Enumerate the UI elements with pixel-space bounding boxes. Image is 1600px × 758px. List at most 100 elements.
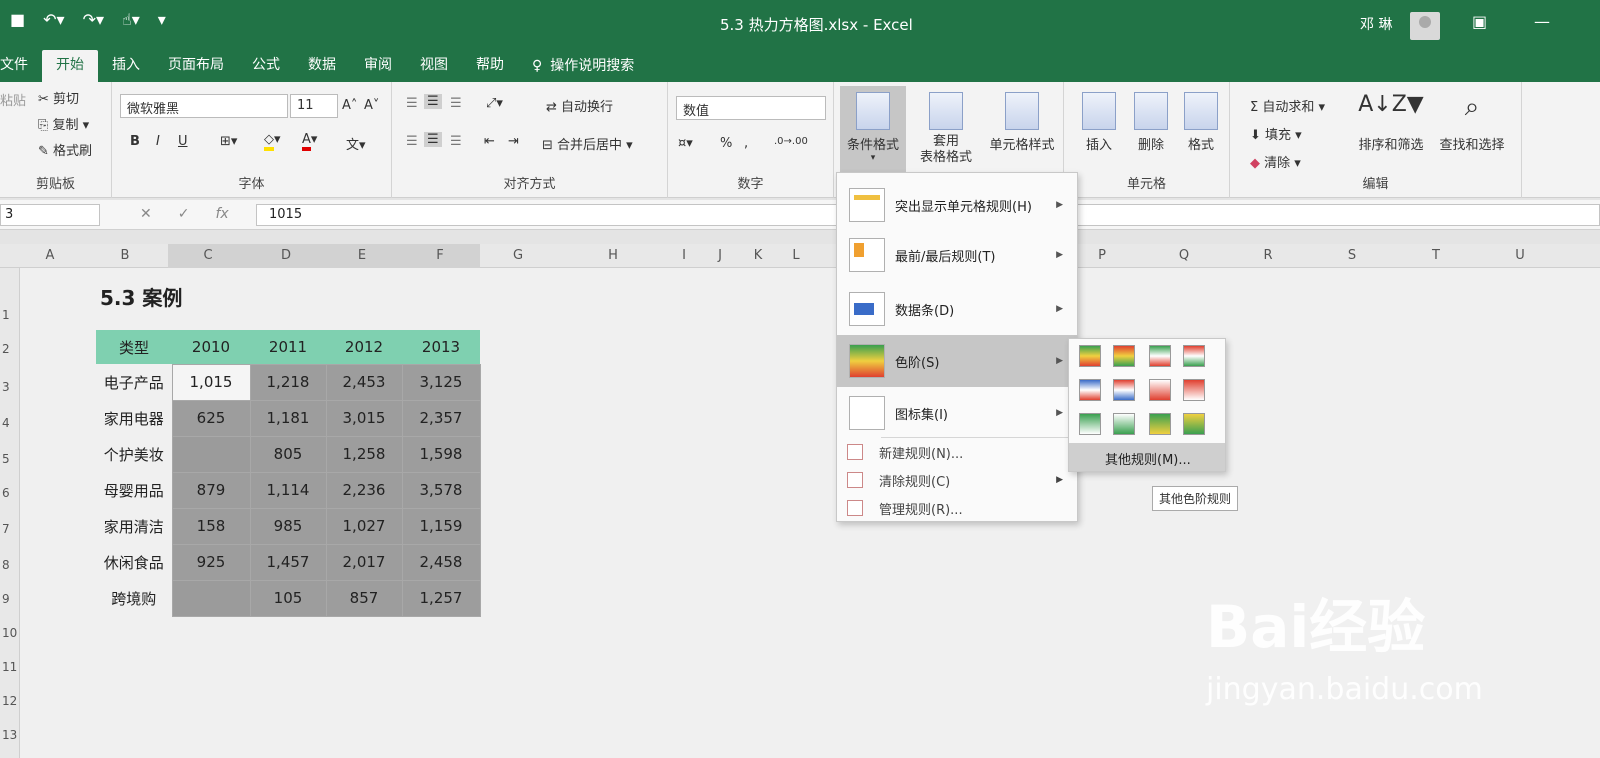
column-header[interactable]: B [90, 248, 160, 263]
phonetic-icon[interactable]: 文▾ [346, 134, 366, 153]
tab-help[interactable]: 帮助 [462, 50, 518, 82]
align-bottom-icon[interactable]: ☰ [450, 96, 462, 111]
column-header[interactable]: T [1424, 248, 1448, 263]
column-header[interactable]: Q [1172, 248, 1196, 263]
row-label-cell[interactable]: 家用电器 [96, 400, 172, 436]
menu-item-color-scales[interactable]: 色阶(S) ▶ [837, 335, 1077, 387]
minimize-icon[interactable]: — [1534, 12, 1550, 31]
row-label-cell[interactable]: 个护美妆 [96, 436, 172, 472]
color-scale-red-yellow-green-icon[interactable] [1113, 345, 1135, 367]
conditional-formatting-button[interactable]: 条件格式 ▾ [840, 86, 906, 172]
row-label-cell[interactable]: 家用清洁 [96, 508, 172, 544]
menu-item-new-rule[interactable]: 新建规则(N)... [837, 437, 1077, 467]
align-right-icon[interactable]: ☰ [450, 134, 462, 149]
table-cell[interactable]: 2,453 [325, 363, 403, 401]
table-cell[interactable]: 1,027 [325, 507, 403, 545]
menu-item-highlight-rules[interactable]: 突出显示单元格规则(H) ▶ [837, 181, 1077, 229]
insert-function-icon[interactable]: fx [215, 206, 228, 222]
row-label-cell[interactable]: 电子产品 [96, 364, 172, 400]
column-header[interactable]: H [570, 248, 656, 263]
cell-styles-button[interactable]: 单元格样式 [980, 92, 1064, 153]
tab-insert[interactable]: 插入 [98, 50, 154, 82]
table-cell[interactable] [171, 435, 251, 473]
table-cell[interactable]: 1,159 [401, 507, 481, 545]
column-header[interactable]: P [1090, 248, 1114, 263]
comma-button[interactable]: , [744, 136, 748, 151]
font-name-select[interactable]: 微软雅黑 [120, 94, 288, 118]
cut-button[interactable]: ✂ 剪切 [38, 88, 79, 107]
font-color-icon[interactable]: A▾ [302, 132, 317, 151]
table-cell[interactable]: 2,458 [401, 543, 481, 581]
column-header[interactable]: I [672, 248, 696, 263]
table-cell[interactable]: 2,017 [325, 543, 403, 581]
increase-decimal-icon[interactable]: .0→.00 [774, 136, 808, 147]
row-label-cell[interactable]: 母婴用品 [96, 472, 172, 508]
borders-icon[interactable]: ⊞▾ [220, 134, 237, 149]
italic-button[interactable]: I [156, 134, 160, 149]
sort-filter-button[interactable]: A↓Z▼ 排序和筛选 [1350, 92, 1432, 153]
row-header[interactable]: 8 [2, 558, 10, 572]
table-cell[interactable]: 985 [249, 507, 327, 545]
column-header[interactable]: K [746, 248, 770, 263]
tab-view[interactable]: 视图 [406, 50, 462, 82]
table-cell[interactable]: 1,258 [325, 435, 403, 473]
customize-qat-icon[interactable]: ▾ [158, 10, 166, 29]
table-cell[interactable]: 857 [325, 579, 403, 617]
header-cell[interactable]: 2012 [326, 330, 402, 364]
cancel-icon[interactable]: ✕ [140, 206, 152, 222]
column-header[interactable]: U [1508, 248, 1532, 263]
shrink-font-button[interactable]: A˅ [364, 98, 379, 113]
table-cell[interactable]: 2,236 [325, 471, 403, 509]
column-header[interactable]: S [1340, 248, 1364, 263]
column-header[interactable]: C [168, 244, 248, 268]
table-cell[interactable]: 805 [249, 435, 327, 473]
enter-icon[interactable]: ✓ [178, 206, 190, 222]
color-scale-green-yellow-icon[interactable] [1149, 413, 1171, 435]
row-header[interactable]: 13 [2, 728, 17, 742]
align-middle-icon[interactable]: ☰ [424, 94, 442, 109]
align-left-icon[interactable]: ☰ [406, 134, 418, 149]
more-rules-button[interactable]: 其他规则(M)... [1069, 443, 1225, 471]
row-label-cell[interactable]: 跨境购 [96, 580, 172, 616]
tab-data[interactable]: 数据 [294, 50, 350, 82]
indent-decrease-icon[interactable]: ⇤ [484, 134, 495, 149]
delete-cells-button[interactable]: 删除 [1128, 92, 1174, 153]
table-cell[interactable]: 1,181 [249, 399, 327, 437]
row-header[interactable]: 6 [2, 486, 10, 500]
column-header[interactable]: L [784, 248, 808, 263]
menu-item-clear-rules[interactable]: 清除规则(C) ▶ [837, 465, 1077, 495]
table-cell[interactable]: 2,357 [401, 399, 481, 437]
row-header[interactable]: 2 [2, 342, 10, 356]
table-cell[interactable]: 879 [171, 471, 251, 509]
color-scale-blue-white-red-icon[interactable] [1079, 379, 1101, 401]
number-format-select[interactable]: 数值 [676, 96, 826, 120]
table-cell[interactable]: 625 [171, 399, 251, 437]
save-icon[interactable]: ■ [10, 10, 25, 29]
clear-button[interactable]: ◆ 清除 ▾ [1250, 152, 1301, 171]
color-scale-red-white-icon[interactable] [1183, 379, 1205, 401]
column-header[interactable]: R [1256, 248, 1280, 263]
row-header[interactable]: 10 [2, 626, 17, 640]
column-header[interactable]: G [480, 248, 556, 263]
tab-page-layout[interactable]: 页面布局 [154, 50, 238, 82]
merge-center-button[interactable]: ⊟ 合并后居中 ▾ [542, 134, 633, 153]
bold-button[interactable]: B [130, 134, 140, 149]
column-header[interactable]: D [248, 244, 324, 268]
color-scale-white-red-icon[interactable] [1149, 379, 1171, 401]
row-header[interactable]: 11 [2, 660, 17, 674]
menu-item-top-bottom-rules[interactable]: 最前/最后规则(T) ▶ [837, 231, 1077, 279]
tab-review[interactable]: 审阅 [350, 50, 406, 82]
find-select-button[interactable]: ⌕ 查找和选择 [1432, 92, 1512, 153]
color-scale-red-white-green-icon[interactable] [1183, 345, 1205, 367]
format-painter-button[interactable]: ✎ 格式刷 [38, 140, 92, 159]
copy-button[interactable]: ⎘ 复制 ▾ [38, 114, 89, 133]
table-cell[interactable]: 925 [171, 543, 251, 581]
format-as-table-button[interactable]: 套用 表格格式 [908, 92, 984, 166]
row-header[interactable]: 4 [2, 416, 10, 430]
undo-icon[interactable]: ↶▾ [43, 10, 64, 29]
color-scale-white-green-icon[interactable] [1113, 413, 1135, 435]
tell-me-search[interactable]: ♀ 操作说明搜索 [518, 50, 648, 82]
percent-button[interactable]: % [720, 136, 732, 151]
format-cells-button[interactable]: 格式 [1178, 92, 1224, 153]
fill-button[interactable]: ⬇ 填充 ▾ [1250, 124, 1302, 143]
